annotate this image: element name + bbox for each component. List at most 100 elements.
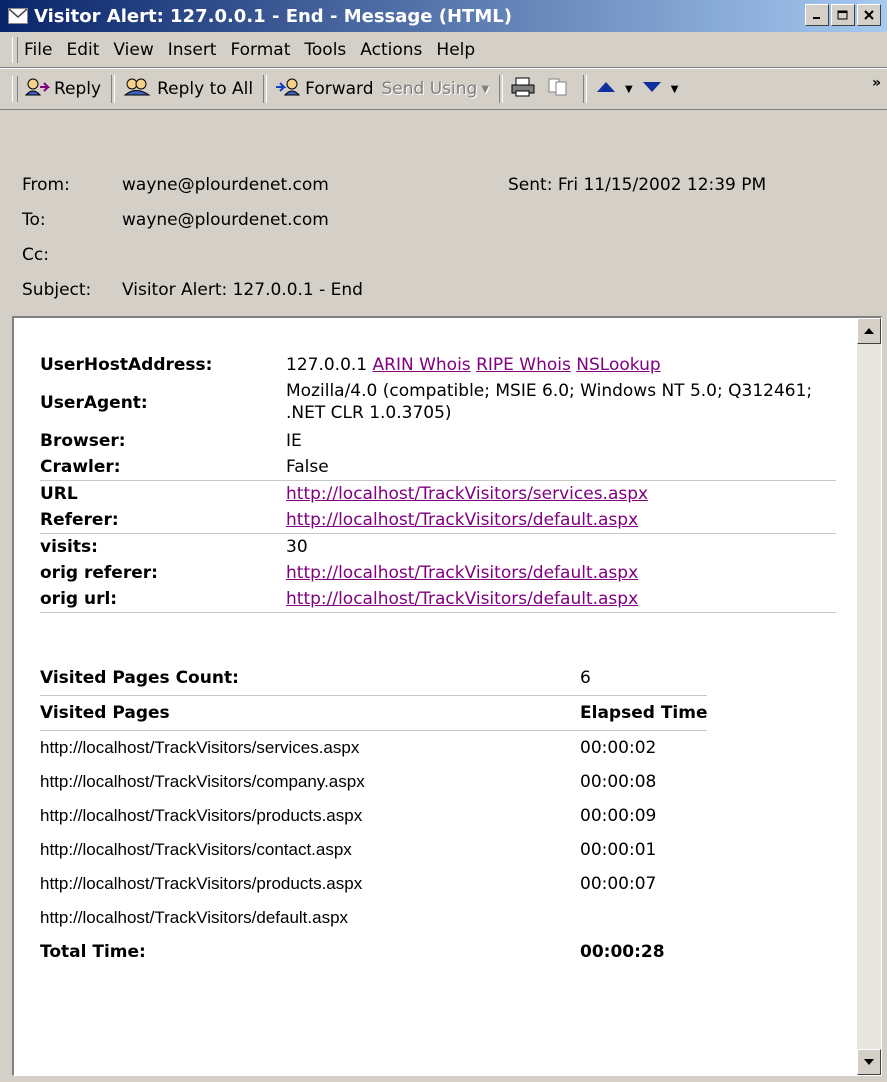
visits-value: 30 — [286, 537, 308, 557]
table-row: http://localhost/TrackVisitors/default.a… — [40, 901, 707, 935]
reply-all-icon — [123, 77, 153, 102]
pages-count-label: Visited Pages Count: — [40, 668, 239, 688]
toolbar-separator — [583, 75, 588, 103]
toolbar-grip[interactable] — [12, 76, 18, 102]
crawler-value: False — [286, 454, 836, 481]
url-link[interactable]: http://localhost/TrackVisitors/services.… — [286, 484, 648, 504]
orig-referer-link[interactable]: http://localhost/TrackVisitors/default.a… — [286, 563, 638, 583]
menu-edit[interactable]: Edit — [66, 40, 99, 60]
page-time: 00:00:01 — [580, 840, 657, 860]
copy-button[interactable] — [547, 77, 573, 102]
print-button[interactable] — [511, 77, 539, 102]
total-time-value: 00:00:28 — [580, 942, 665, 962]
minimize-icon — [813, 17, 820, 19]
table-row: visits: 30 — [40, 534, 836, 561]
menu-grip[interactable] — [12, 36, 18, 63]
table-row: UserHostAddress: 127.0.0.1 ARIN Whois RI… — [40, 352, 836, 378]
browser-value: IE — [286, 431, 302, 451]
agent-label: UserAgent: — [40, 393, 148, 413]
table-row: http://localhost/TrackVisitors/contact.a… — [40, 833, 707, 867]
nslookup-link[interactable]: NSLookup — [576, 355, 660, 375]
to-value[interactable]: wayne@plourdenet.com — [122, 210, 329, 230]
previous-item-button[interactable]: ▼ — [595, 79, 633, 100]
visitor-info-table: UserHostAddress: 127.0.0.1 ARIN Whois RI… — [40, 352, 836, 613]
page-time — [580, 901, 707, 935]
table-row: UserAgent: Mozilla/4.0 (compatible; MSIE… — [40, 378, 836, 428]
send-using-button[interactable]: Send Using ▼ — [382, 79, 490, 99]
page-time: 00:00:08 — [580, 772, 657, 792]
menu-insert[interactable]: Insert — [168, 40, 217, 60]
window-title: Visitor Alert: 127.0.0.1 - End - Message… — [34, 5, 512, 27]
visits-label: visits: — [40, 537, 98, 557]
reply-button[interactable]: Reply — [24, 77, 101, 102]
toolbar-more-button[interactable]: » — [872, 75, 881, 91]
vertical-scrollbar[interactable] — [857, 318, 881, 1075]
referer-link[interactable]: http://localhost/TrackVisitors/default.a… — [286, 510, 638, 530]
table-row: URL http://localhost/TrackVisitors/servi… — [40, 481, 836, 508]
arrow-up-icon — [595, 79, 617, 100]
menu-file[interactable]: File — [24, 40, 52, 60]
ripe-whois-link[interactable]: RIPE Whois — [476, 355, 571, 375]
table-row: http://localhost/TrackVisitors/services.… — [40, 731, 707, 766]
from-value[interactable]: wayne@plourdenet.com — [122, 175, 329, 195]
table-row: orig referer: http://localhost/TrackVisi… — [40, 560, 836, 586]
envelope-icon — [8, 8, 28, 24]
table-row: Crawler: False — [40, 454, 836, 481]
page-url: http://localhost/TrackVisitors/products.… — [40, 874, 363, 893]
visited-pages-table: Visited Pages Count: 6 Visited Pages Ela… — [40, 661, 708, 969]
table-row: Total Time: 00:00:28 — [40, 935, 707, 969]
subject-value: Visitor Alert: 127.0.0.1 - End — [122, 280, 363, 300]
menu-view[interactable]: View — [113, 40, 153, 60]
arin-whois-link[interactable]: ARIN Whois — [373, 355, 471, 375]
orig-url-link[interactable]: http://localhost/TrackVisitors/default.a… — [286, 589, 638, 609]
toolbar-separator — [111, 75, 116, 103]
maximize-icon — [837, 10, 848, 19]
menu-actions[interactable]: Actions — [360, 40, 422, 60]
close-button[interactable] — [857, 4, 881, 26]
from-label: From: — [22, 175, 70, 195]
arrow-down-icon — [864, 1059, 874, 1065]
message-content: UserHostAddress: 127.0.0.1 ARIN Whois RI… — [40, 352, 840, 969]
elapsed-column-header: Elapsed Time — [580, 703, 708, 723]
maximize-button[interactable] — [831, 4, 855, 26]
title-bar[interactable]: Visitor Alert: 127.0.0.1 - End - Message… — [0, 0, 887, 32]
printer-icon — [511, 77, 535, 102]
page-time: 00:00:07 — [580, 874, 657, 894]
referer-label: Referer: — [40, 507, 286, 534]
toolbar-separator — [499, 75, 504, 103]
window-controls — [805, 4, 881, 26]
toolbar-separator — [263, 75, 268, 103]
menu-help[interactable]: Help — [436, 40, 475, 60]
menu-format[interactable]: Format — [230, 40, 290, 60]
scroll-down-button[interactable] — [857, 1049, 881, 1075]
scroll-up-button[interactable] — [857, 318, 881, 344]
toolbar: Reply Reply to All Forward Send Using ▼ … — [0, 68, 887, 110]
send-using-label: Send Using — [381, 79, 478, 99]
sent-label: Sent: — [508, 175, 553, 195]
page-time: 00:00:09 — [580, 806, 657, 826]
sent-row: Sent: Fri 11/15/2002 12:39 PM — [508, 175, 766, 195]
table-row: http://localhost/TrackVisitors/company.a… — [40, 765, 707, 799]
menu-tools[interactable]: Tools — [304, 40, 346, 60]
menu-bar: File Edit View Insert Format Tools Actio… — [0, 32, 887, 68]
forward-label: Forward — [305, 79, 374, 99]
message-body[interactable]: UserHostAddress: 127.0.0.1 ARIN Whois RI… — [12, 316, 882, 1076]
table-row: Browser: IE — [40, 428, 836, 454]
pages-column-header: Visited Pages — [40, 703, 170, 723]
total-time-label: Total Time: — [40, 942, 146, 962]
reply-icon — [24, 77, 51, 102]
minimize-button[interactable] — [805, 4, 829, 26]
table-row: orig url: http://localhost/TrackVisitors… — [40, 586, 836, 613]
table-row: http://localhost/TrackVisitors/products.… — [40, 799, 707, 833]
browser-label: Browser: — [40, 431, 126, 451]
forward-button[interactable]: Forward — [275, 77, 374, 102]
page-url: http://localhost/TrackVisitors/contact.a… — [40, 840, 352, 859]
reply-all-button[interactable]: Reply to All — [123, 77, 253, 102]
subject-row: Subject: Visitor Alert: 127.0.0.1 - End — [22, 280, 363, 300]
chevron-down-icon: ▼ — [481, 83, 490, 95]
page-time: 00:00:02 — [580, 738, 657, 758]
copy-icon — [547, 77, 569, 102]
next-item-button[interactable]: ▼ — [641, 79, 678, 100]
pages-count-value: 6 — [580, 668, 591, 688]
host-value: 127.0.0.1 — [286, 355, 368, 375]
